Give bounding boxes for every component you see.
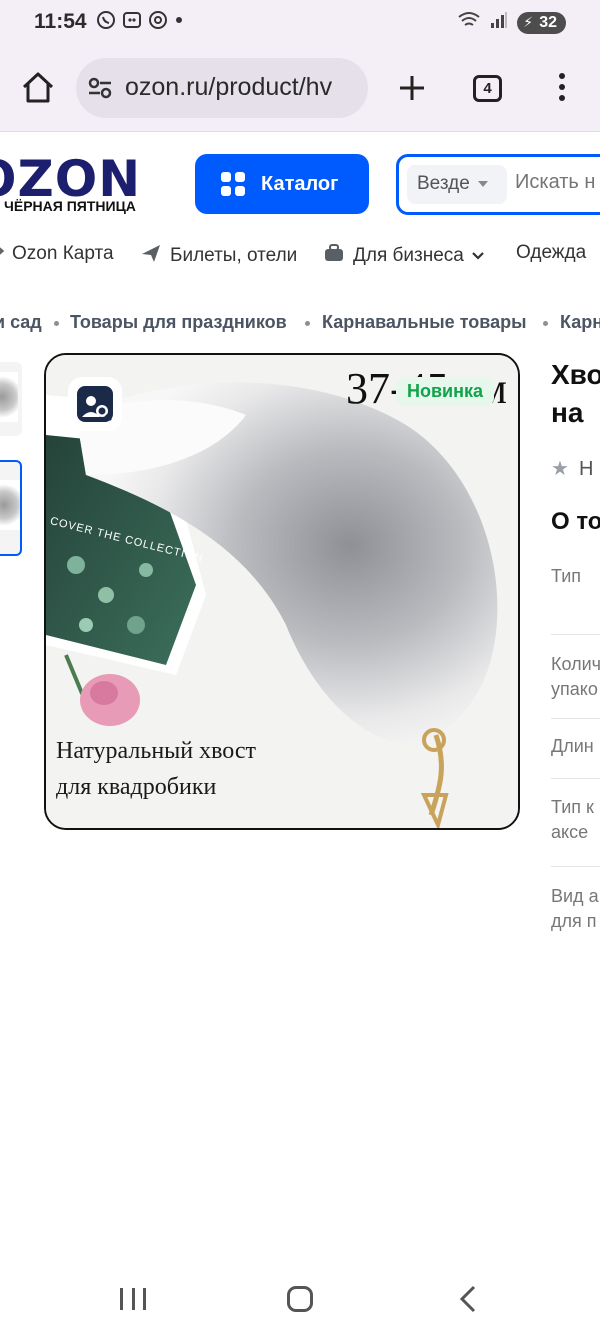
breadcrumb-separator <box>54 321 59 326</box>
image-caption: Натуральный хвост для квадробики <box>56 738 257 800</box>
wifi-icon <box>457 10 481 35</box>
breadcrumb-separator <box>543 321 548 326</box>
whatsapp-icon <box>96 10 116 35</box>
address-bar[interactable]: ozon.ru/product/hv <box>76 58 368 118</box>
spec-label-accessory-type: Тип к аксе <box>551 797 594 842</box>
breadcrumb-separator <box>305 321 310 326</box>
spec-label-type: Тип <box>551 566 582 586</box>
spec-label-quantity: Колич упако <box>551 654 600 699</box>
more-menu-button[interactable] <box>550 70 574 106</box>
chevron-down-icon <box>477 180 488 187</box>
status-right: ⚡ 32 <box>457 10 566 35</box>
catalog-button[interactable]: Каталог <box>195 154 369 214</box>
back-button[interactable] <box>458 1284 478 1314</box>
site-header: OZON ЧЁРНАЯ ПЯТНИЦА Каталог Везде <box>0 132 600 232</box>
back-arrow-icon <box>459 1285 476 1313</box>
breadcrumb-item[interactable]: Товары для праздников <box>70 312 287 333</box>
browser-toolbar: ozon.ru/product/hv 4 <box>0 44 600 132</box>
product-main-image[interactable]: COVER THE COLLECTION 37-45 см Натуральны… <box>44 353 520 830</box>
battery-indicator: ⚡ 32 <box>517 11 566 34</box>
dot-icon <box>559 84 565 90</box>
breadcrumb-item[interactable]: Карнавальные товары <box>322 312 526 333</box>
spec-label-length: Длин <box>551 736 594 756</box>
vpn-icon <box>122 10 142 35</box>
nav-item-business[interactable]: Для бизнеса <box>323 242 484 269</box>
top-nav: Ozon Карта Билеты, отели Для бизнеса Оде… <box>0 232 600 278</box>
lens-search-icon <box>77 386 113 422</box>
spec-divider <box>551 718 600 719</box>
gallery-thumbnail[interactable] <box>0 362 22 436</box>
spec-divider <box>551 634 600 635</box>
product-rating[interactable]: ★ Н <box>551 456 593 481</box>
chevron-down-icon <box>472 245 484 267</box>
grid-icon <box>221 172 245 196</box>
home-icon <box>22 72 54 103</box>
site-settings-icon[interactable] <box>86 74 114 102</box>
system-navigation-bar <box>0 1262 600 1332</box>
home-button[interactable] <box>18 68 58 108</box>
status-time: 11:54 <box>34 10 87 33</box>
about-product-heading: О то <box>551 508 600 535</box>
dot-icon <box>174 10 184 35</box>
dot-icon <box>559 95 565 101</box>
new-badge: Новинка <box>396 377 495 406</box>
spec-divider <box>551 866 600 867</box>
breadcrumb-item[interactable]: Карн <box>560 312 600 333</box>
status-bar: 11:54 ⚡ 32 <box>0 0 600 44</box>
search-scope-dropdown[interactable]: Везде <box>407 165 507 204</box>
tab-switcher-button[interactable]: 4 <box>473 75 502 102</box>
spec-label-kind: Вид а для п <box>551 886 599 931</box>
product-title: Хвос на <box>551 359 600 428</box>
bolt-icon: ⚡ <box>523 13 534 30</box>
url-text: ozon.ru/product/hv <box>125 73 333 101</box>
search-box: Везде <box>396 154 600 215</box>
thumbnail-image <box>0 372 18 422</box>
at-icon <box>148 10 168 35</box>
breadcrumb-item[interactable]: и сад <box>0 312 42 333</box>
thumbnail-image <box>0 480 20 530</box>
catalog-label: Каталог <box>261 172 339 195</box>
nav-item-tickets[interactable]: Билеты, отели <box>140 242 297 269</box>
notification-icons <box>96 10 184 35</box>
signal-icon <box>489 10 509 35</box>
spec-divider <box>551 778 600 779</box>
dot-icon <box>559 73 565 79</box>
nav-item-ozon-card[interactable]: Ozon Карта <box>0 242 114 265</box>
recent-apps-button[interactable] <box>120 1288 146 1310</box>
logo-subtitle: ЧЁРНАЯ ПЯТНИЦА <box>4 198 136 214</box>
briefcase-icon <box>323 242 345 269</box>
home-system-button[interactable] <box>287 1286 313 1312</box>
nav-item-clothing[interactable]: Одежда <box>516 242 586 264</box>
plus-icon <box>400 76 424 100</box>
card-icon <box>0 242 5 265</box>
search-input[interactable] <box>515 171 600 194</box>
image-search-button[interactable] <box>68 377 122 431</box>
breadcrumb: и сад Товары для праздников Карнавальные… <box>0 312 600 342</box>
gallery-thumbnail-selected[interactable] <box>0 460 22 556</box>
star-icon: ★ <box>551 458 569 480</box>
new-tab-button[interactable] <box>392 68 432 108</box>
plane-icon <box>140 242 162 269</box>
